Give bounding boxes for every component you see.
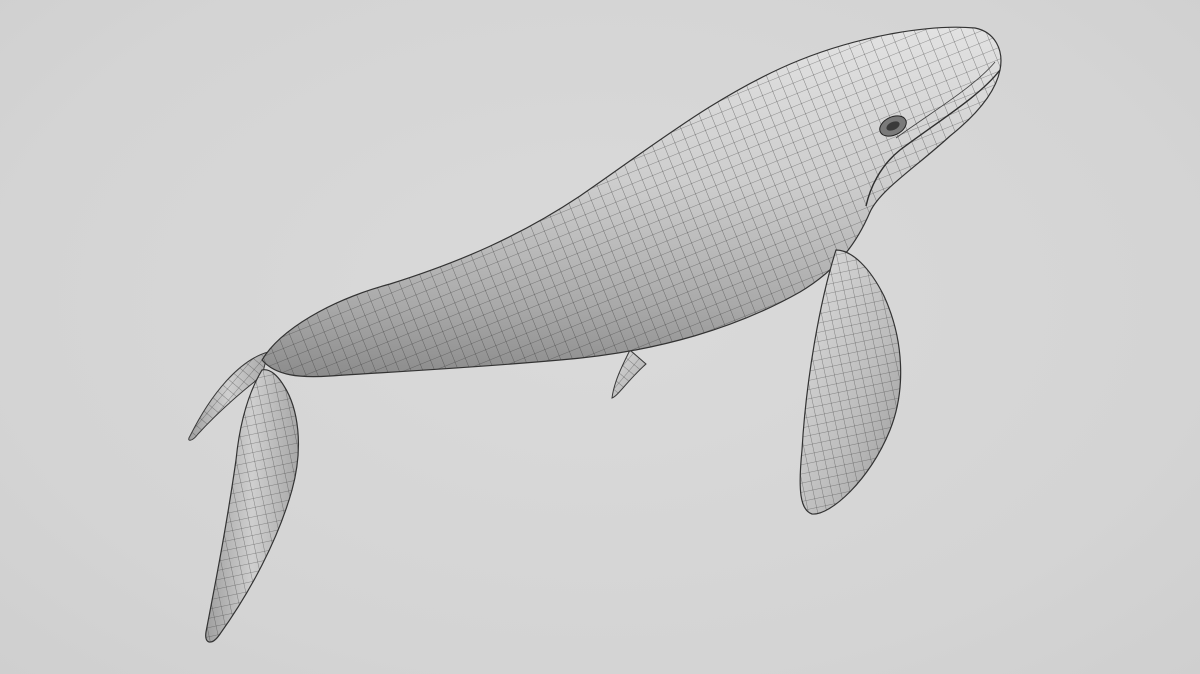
pectoral-fin-near — [799, 249, 902, 515]
render-viewport — [0, 0, 1200, 674]
whale-wireframe-render — [188, 26, 1002, 643]
pectoral-fin-far — [611, 349, 647, 399]
